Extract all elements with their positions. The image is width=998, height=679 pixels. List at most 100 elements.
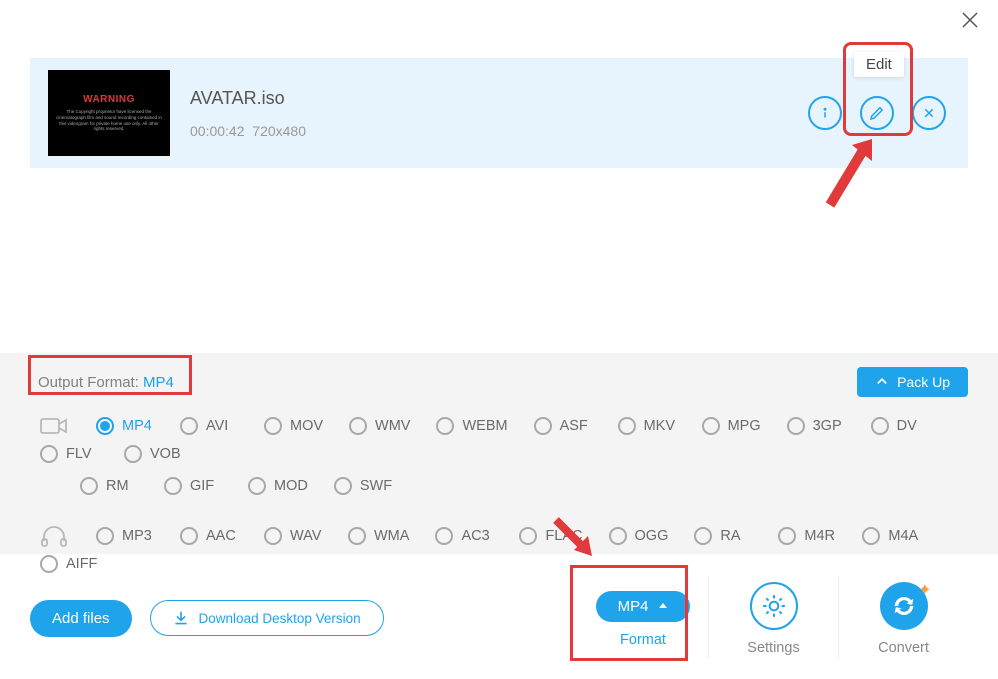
- radio-icon: [778, 527, 796, 545]
- settings-button[interactable]: [750, 582, 798, 630]
- format-header: Output Format: MP4 Pack Up: [30, 367, 968, 397]
- gear-icon: [761, 593, 787, 619]
- info-icon: [816, 104, 834, 122]
- format-option-label: WMV: [375, 418, 410, 434]
- radio-icon: [40, 555, 58, 573]
- format-option-webm[interactable]: WEBM: [436, 417, 507, 435]
- format-option-label: 3GP: [813, 418, 842, 434]
- radio-icon: [264, 417, 282, 435]
- radio-icon: [787, 417, 805, 435]
- format-option-label: FLAC: [545, 528, 582, 544]
- radio-icon: [435, 527, 453, 545]
- output-format-label: Output Format: MP4: [30, 370, 182, 395]
- convert-button[interactable]: ✦: [880, 582, 928, 630]
- close-button[interactable]: [958, 8, 982, 32]
- format-option-label: MP4: [122, 418, 152, 434]
- format-option-label: RM: [106, 478, 129, 494]
- format-option-rm[interactable]: RM: [80, 477, 138, 495]
- format-option-flv[interactable]: FLV: [40, 445, 98, 463]
- radio-icon: [124, 445, 142, 463]
- action-columns: MP4 Format Settings ✦ Convert: [578, 577, 968, 659]
- format-option-mp3[interactable]: MP3: [96, 527, 154, 545]
- format-option-m4a[interactable]: M4A: [862, 527, 920, 545]
- format-option-asf[interactable]: ASF: [534, 417, 592, 435]
- format-option-mov[interactable]: MOV: [264, 417, 323, 435]
- convert-column: ✦ Convert: [838, 577, 968, 659]
- radio-icon: [862, 527, 880, 545]
- format-option-label: OGG: [635, 528, 669, 544]
- close-icon: [958, 8, 982, 32]
- x-icon: [920, 104, 938, 122]
- format-option-ac3[interactable]: AC3: [435, 527, 493, 545]
- format-option-wav[interactable]: WAV: [264, 527, 322, 545]
- format-option-mpg[interactable]: MPG: [702, 417, 761, 435]
- camcorder-icon: [40, 415, 68, 437]
- format-option-label: M4R: [804, 528, 835, 544]
- radio-icon: [40, 445, 58, 463]
- radio-icon: [534, 417, 552, 435]
- format-option-gif[interactable]: GIF: [164, 477, 222, 495]
- format-option-label: MPG: [728, 418, 761, 434]
- pack-up-label: Pack Up: [897, 374, 950, 390]
- format-option-m4r[interactable]: M4R: [778, 527, 836, 545]
- format-option-wmv[interactable]: WMV: [349, 417, 410, 435]
- radio-icon: [702, 417, 720, 435]
- radio-icon: [349, 417, 367, 435]
- format-option-3gp[interactable]: 3GP: [787, 417, 845, 435]
- radio-icon: [96, 417, 114, 435]
- format-option-avi[interactable]: AVI: [180, 417, 238, 435]
- radio-icon: [96, 527, 114, 545]
- add-files-button[interactable]: Add files: [30, 600, 132, 637]
- edit-button[interactable]: [860, 96, 894, 130]
- file-thumbnail: WARNING The Copyright proprietor have li…: [48, 70, 170, 156]
- refresh-icon: [890, 592, 918, 620]
- format-label: Format: [620, 632, 666, 648]
- format-option-vob[interactable]: VOB: [124, 445, 182, 463]
- format-option-wma[interactable]: WMA: [348, 527, 409, 545]
- radio-icon: [180, 417, 198, 435]
- format-option-label: AC3: [461, 528, 489, 544]
- info-button[interactable]: [808, 96, 842, 130]
- format-option-ra[interactable]: RA: [694, 527, 752, 545]
- format-option-label: AAC: [206, 528, 236, 544]
- format-option-label: MKV: [644, 418, 675, 434]
- format-option-mkv[interactable]: MKV: [618, 417, 676, 435]
- output-format-text: Output Format:: [38, 374, 139, 391]
- format-option-aiff[interactable]: AIFF: [40, 555, 98, 573]
- file-name: AVATAR.iso: [190, 88, 808, 109]
- format-option-swf[interactable]: SWF: [334, 477, 392, 495]
- pack-up-button[interactable]: Pack Up: [857, 367, 968, 397]
- file-meta: AVATAR.iso 00:00:42 720x480: [190, 88, 808, 139]
- format-option-label: GIF: [190, 478, 214, 494]
- packup-icon: [875, 375, 889, 389]
- file-subinfo: 00:00:42 720x480: [190, 123, 808, 139]
- format-option-aac[interactable]: AAC: [180, 527, 238, 545]
- radio-icon: [618, 417, 636, 435]
- format-select[interactable]: MP4: [596, 591, 691, 622]
- sparkle-icon: ✦: [918, 580, 931, 600]
- format-option-mp4[interactable]: MP4: [96, 417, 154, 435]
- radio-icon: [348, 527, 366, 545]
- format-option-dv[interactable]: DV: [871, 417, 929, 435]
- format-option-label: WAV: [290, 528, 321, 544]
- format-option-ogg[interactable]: OGG: [609, 527, 669, 545]
- download-desktop-button[interactable]: Download Desktop Version: [150, 600, 384, 636]
- format-option-label: VOB: [150, 446, 181, 462]
- caret-up-icon: [658, 601, 668, 611]
- format-option-mod[interactable]: MOD: [248, 477, 308, 495]
- format-option-label: MOV: [290, 418, 323, 434]
- format-column: MP4 Format: [578, 577, 708, 659]
- file-actions: [808, 96, 946, 130]
- video-category-icon: [40, 415, 68, 437]
- format-option-flac[interactable]: FLAC: [519, 527, 582, 545]
- file-card: WARNING The Copyright proprietor have li…: [30, 58, 968, 168]
- format-option-label: AVI: [206, 418, 228, 434]
- pencil-icon: [868, 104, 886, 122]
- radio-icon: [248, 477, 266, 495]
- thumb-fine-print: The Copyright proprietor have licensed t…: [54, 109, 164, 132]
- convert-label: Convert: [878, 640, 929, 656]
- video-formats-row-2: RM GIF MOD SWF: [30, 477, 968, 495]
- remove-button[interactable]: [912, 96, 946, 130]
- output-format-value: MP4: [143, 374, 174, 391]
- format-option-label: DV: [897, 418, 917, 434]
